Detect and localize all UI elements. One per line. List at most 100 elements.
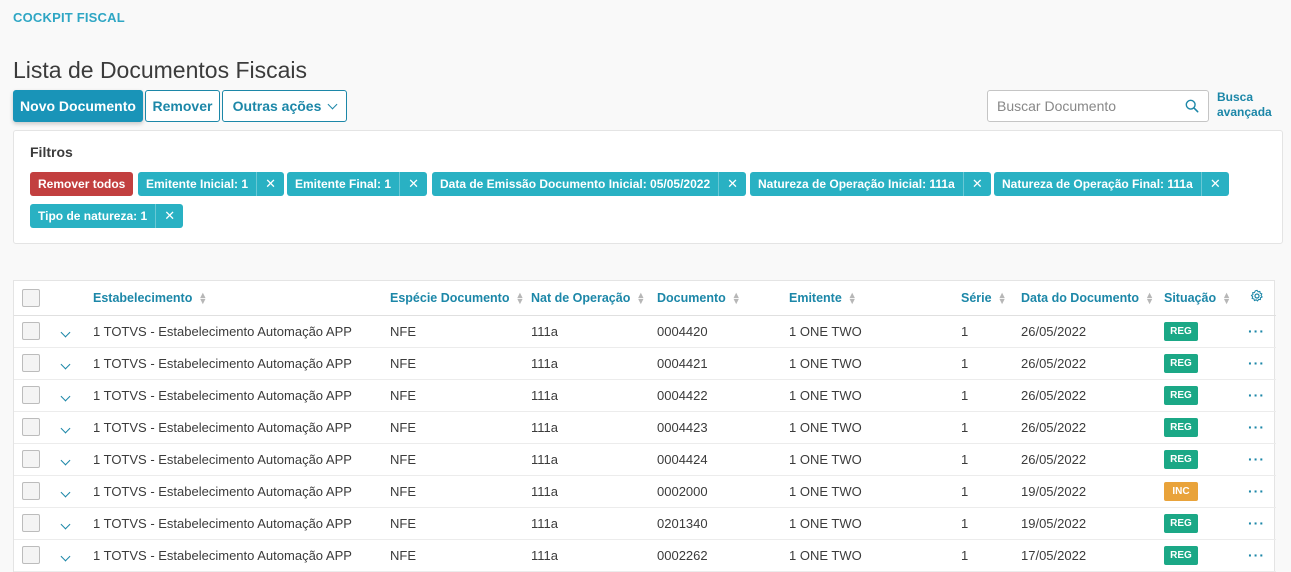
table-cell: 1 ONE TWO — [789, 379, 961, 412]
column-header[interactable]: Estabelecimento ▲ ▼ — [93, 281, 390, 316]
table-cell: NFE — [390, 443, 531, 476]
filters-title: Filtros — [30, 144, 73, 160]
column-header[interactable]: Espécie Documento ▲ ▼ — [390, 281, 531, 316]
advanced-search-link[interactable]: Busca avançada — [1217, 90, 1272, 120]
more-icon[interactable]: ··· — [1248, 323, 1265, 339]
more-actions-button[interactable]: Outras ações — [222, 90, 347, 122]
row-checkbox[interactable] — [22, 386, 40, 404]
row-checkbox[interactable] — [22, 322, 40, 340]
chevron-down-icon[interactable] — [60, 391, 71, 401]
filter-chip: Emitente Inicial: 1 ✕ — [138, 172, 285, 196]
table-row[interactable]: 1 TOTVS - Estabelecimento Automação APP N… — [14, 443, 1276, 476]
table-cell: 0004420 — [657, 315, 789, 348]
table-row[interactable]: 1 TOTVS - Estabelecimento Automação APP N… — [14, 539, 1276, 572]
column-header[interactable]: Emitente ▲ ▼ — [789, 281, 961, 316]
chevron-down-icon[interactable] — [60, 423, 71, 433]
status-badge: REG — [1164, 417, 1198, 437]
table-cell: 1 — [961, 507, 1021, 540]
close-icon[interactable]: ✕ — [962, 172, 991, 196]
search-input[interactable] — [997, 98, 1177, 114]
table-row[interactable]: 1 TOTVS - Estabelecimento Automação APP N… — [14, 347, 1276, 380]
table-row[interactable]: 1 TOTVS - Estabelecimento Automação APP N… — [14, 411, 1276, 444]
table-cell: 1 — [961, 475, 1021, 508]
close-icon[interactable]: ✕ — [1200, 172, 1229, 196]
gear-icon[interactable] — [1250, 289, 1264, 303]
table-cell: 19/05/2022 — [1021, 507, 1164, 540]
table-cell: 0002000 — [657, 475, 789, 508]
table-cell: NFE — [390, 379, 531, 412]
remove-button[interactable]: Remover — [145, 90, 220, 122]
select-all-checkbox[interactable] — [22, 288, 40, 307]
table-cell: NFE — [390, 347, 531, 380]
filter-chip: Natureza de Operação Inicial: 111a ✕ — [750, 172, 991, 196]
close-icon[interactable]: ✕ — [718, 172, 746, 196]
table-cell: 1 ONE TWO — [789, 347, 961, 380]
remove-all-filters-button[interactable]: Remover todos — [30, 172, 134, 196]
search-box — [987, 90, 1209, 122]
table-cell: NFE — [390, 539, 531, 572]
table-cell: 26/05/2022 — [1021, 315, 1164, 348]
table-cell: 19/05/2022 — [1021, 475, 1164, 508]
table-row[interactable]: 1 TOTVS - Estabelecimento Automação APP N… — [14, 315, 1276, 348]
chevron-down-icon[interactable] — [60, 359, 71, 369]
table-row[interactable]: 1 TOTVS - Estabelecimento Automação APP N… — [14, 507, 1276, 540]
row-checkbox[interactable] — [22, 482, 40, 500]
table-cell: 111a — [531, 411, 657, 444]
table-cell: 111a — [531, 507, 657, 540]
chevron-down-icon[interactable] — [60, 551, 71, 561]
row-checkbox[interactable] — [22, 418, 40, 436]
row-checkbox[interactable] — [22, 546, 40, 564]
filter-chip-label: Tipo de natureza: 1 — [38, 209, 148, 223]
table-cell: 1 ONE TWO — [789, 443, 961, 476]
column-header[interactable]: Nat de Operação ▲ ▼ — [531, 281, 657, 316]
column-header[interactable]: Situação ▲ ▼ — [1164, 281, 1237, 316]
more-icon[interactable]: ··· — [1248, 547, 1265, 563]
table-cell: 1 TOTVS - Estabelecimento Automação APP — [93, 347, 390, 380]
more-icon[interactable]: ··· — [1248, 515, 1265, 531]
chevron-down-icon[interactable] — [60, 519, 71, 529]
new-document-button[interactable]: Novo Documento — [13, 90, 143, 122]
close-icon[interactable]: ✕ — [256, 172, 284, 196]
close-icon[interactable]: ✕ — [155, 204, 183, 228]
row-checkbox[interactable] — [22, 514, 40, 532]
table-cell: NFE — [390, 507, 531, 540]
sort-icon: ▲ ▼ — [1145, 290, 1154, 307]
table-cell: 0004424 — [657, 443, 789, 476]
sort-icon: ▲ ▼ — [1222, 290, 1232, 307]
filter-chip: Tipo de natureza: 1 ✕ — [30, 204, 184, 228]
table-cell: NFE — [390, 315, 531, 348]
filter-chip-label: Natureza de Operação Inicial: 111a — [758, 177, 955, 191]
more-icon[interactable]: ··· — [1248, 387, 1265, 403]
close-icon[interactable]: ✕ — [399, 172, 427, 196]
column-header[interactable]: Data do Documento ▲ ▼ — [1021, 281, 1164, 316]
more-icon[interactable]: ··· — [1248, 419, 1265, 435]
table-cell: 1 ONE TWO — [789, 539, 961, 572]
sort-icon: ▲ ▼ — [515, 290, 525, 307]
table-cell: 111a — [531, 539, 657, 572]
more-icon[interactable]: ··· — [1248, 355, 1265, 371]
filter-chip: Natureza de Operação Final: 111a ✕ — [994, 172, 1229, 196]
chevron-down-icon[interactable] — [60, 455, 71, 465]
search-icon[interactable] — [1185, 99, 1199, 113]
more-icon[interactable]: ··· — [1248, 451, 1265, 467]
filter-chip: Emitente Final: 1 ✕ — [287, 172, 428, 196]
table-cell: 1 ONE TWO — [789, 507, 961, 540]
app-title[interactable]: COCKPIT FISCAL — [13, 10, 125, 25]
table-cell: 26/05/2022 — [1021, 379, 1164, 412]
page-title: Lista de Documentos Fiscais — [13, 57, 308, 83]
column-header[interactable]: Documento ▲ ▼ — [657, 281, 789, 316]
table-cell: 111a — [531, 315, 657, 348]
column-header[interactable]: Série ▲ ▼ — [961, 281, 1021, 316]
table-row[interactable]: 1 TOTVS - Estabelecimento Automação APP N… — [14, 379, 1276, 412]
filter-chip-label: Data de Emissão Documento Inicial: 05/05… — [440, 177, 711, 191]
table-cell: 1 ONE TWO — [789, 475, 961, 508]
chevron-down-icon[interactable] — [60, 487, 71, 497]
table-row[interactable]: 1 TOTVS - Estabelecimento Automação APP N… — [14, 475, 1276, 508]
row-checkbox[interactable] — [22, 450, 40, 468]
chevron-down-icon[interactable] — [60, 327, 71, 337]
table-cell: 111a — [531, 347, 657, 380]
more-icon[interactable]: ··· — [1248, 483, 1265, 499]
filter-chip-label: Emitente Inicial: 1 — [146, 177, 249, 191]
row-checkbox[interactable] — [22, 354, 40, 372]
table-cell: 0004422 — [657, 379, 789, 412]
